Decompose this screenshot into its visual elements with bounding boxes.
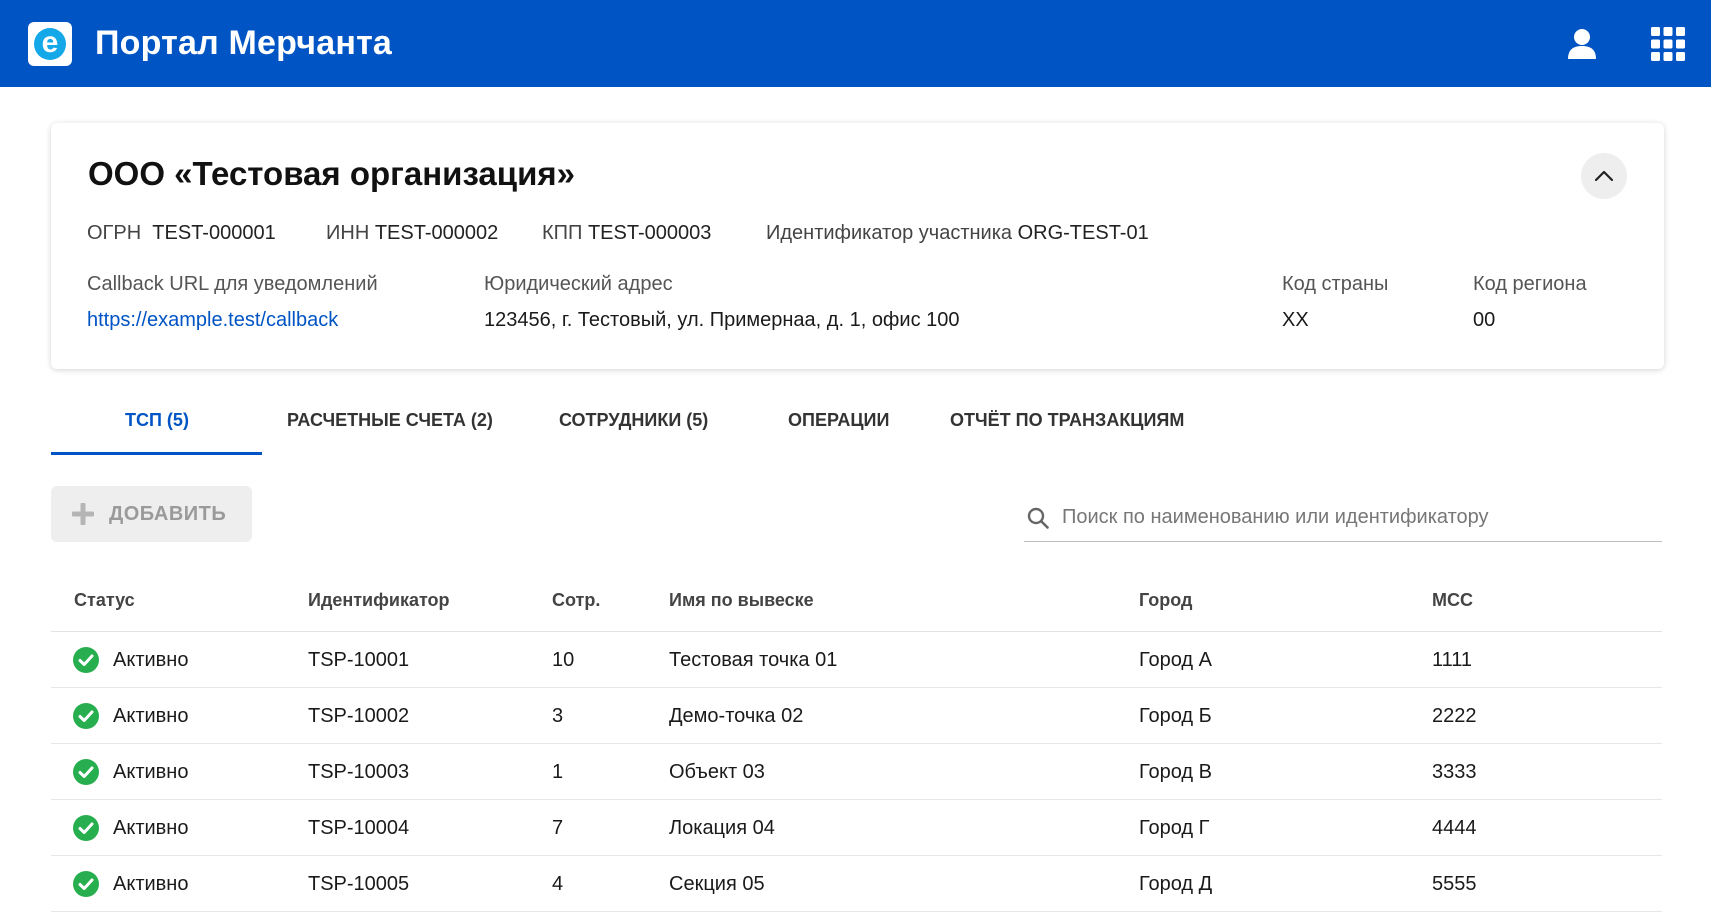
search-icon — [1024, 504, 1052, 532]
signboard-name-cell: Тестовая точка 01 — [669, 649, 838, 671]
tab-tsp[interactable]: ТСП (5) — [125, 410, 189, 431]
table-header: Статус Идентификатор Сотр. Имя по вывеск… — [51, 570, 1662, 632]
status-text: Активно — [113, 705, 189, 727]
callback-url-link[interactable]: https://example.test/callback — [87, 309, 338, 331]
collapse-button[interactable] — [1581, 153, 1627, 199]
staff-cell: 7 — [552, 817, 564, 839]
table-row[interactable]: Активно TSP-10005 4 Секция 05 Город Д 5555 — [51, 856, 1662, 912]
check-circle-icon — [73, 759, 99, 785]
table-row[interactable]: Активно TSP-10001 10 Тестовая точка 01 Город… — [51, 632, 1662, 688]
city-cell: Город Д — [1139, 873, 1213, 895]
app-title: Портал Мерчанта — [95, 24, 393, 62]
check-circle-icon — [73, 703, 99, 729]
ogrn-field: ОГРН TEST-000001 — [87, 222, 276, 245]
staff-cell: 10 — [552, 649, 575, 671]
signboard-name-cell: Объект 03 — [669, 761, 765, 783]
staff-cell: 3 — [552, 705, 564, 727]
user-icon[interactable] — [1562, 24, 1602, 64]
column-identifier[interactable]: Идентификатор — [308, 590, 450, 611]
top-app-bar: e Портал Мерчанта — [0, 0, 1711, 87]
identifier-cell: TSP-10001 — [308, 649, 410, 671]
staff-cell: 1 — [552, 761, 564, 783]
city-cell: Город Г — [1139, 817, 1210, 839]
app-logo[interactable]: e — [28, 22, 72, 66]
table-row[interactable]: Активно TSP-10004 7 Локация 04 Город Г 4444 — [51, 800, 1662, 856]
mcc-cell: 5555 — [1432, 873, 1477, 895]
chevron-up-icon — [1594, 170, 1614, 182]
status-text: Активно — [113, 873, 189, 895]
ogrn-label: ОГРН — [87, 222, 142, 244]
region-code-value: 00 — [1473, 309, 1496, 331]
column-mcc[interactable]: MCC — [1432, 590, 1473, 611]
tab-settlement-accounts[interactable]: РАСЧЕТНЫЕ СЧЕТА (2) — [287, 410, 493, 431]
mcc-cell: 1111 — [1432, 649, 1473, 671]
tab-employees[interactable]: СОТРУДНИКИ (5) — [559, 410, 708, 431]
organization-card: ООО «Тестовая организация» ОГРН TEST-000… — [51, 123, 1664, 369]
column-signboard-name[interactable]: Имя по вывеске — [669, 590, 814, 611]
check-circle-icon — [73, 647, 99, 673]
region-code-label: Код региона — [1473, 273, 1587, 295]
participant-id-value: ORG-TEST-01 — [1017, 222, 1149, 244]
legal-address-label: Юридический адрес — [484, 273, 673, 295]
plus-icon — [71, 502, 95, 526]
status-text: Активно — [113, 649, 189, 671]
identifier-cell: TSP-10005 — [308, 873, 410, 895]
identifier-cell: TSP-10004 — [308, 817, 410, 839]
kpp-field: КПП TEST-000003 — [542, 222, 711, 245]
identifier-cell: TSP-10002 — [308, 705, 410, 727]
search-field — [1024, 494, 1662, 542]
inn-value: TEST-000002 — [374, 222, 499, 244]
add-button[interactable]: ДОБАВИТЬ — [51, 486, 252, 542]
legal-address-value: 123456, г. Тестовый, ул. Примернаа, д. 1… — [484, 309, 960, 331]
apps-grid-icon[interactable] — [1648, 24, 1688, 64]
check-circle-icon — [73, 815, 99, 841]
inn-label: ИНН — [326, 222, 370, 244]
status-text: Активно — [113, 761, 189, 783]
tab-operations[interactable]: ОПЕРАЦИИ — [788, 410, 889, 431]
mcc-cell: 4444 — [1432, 817, 1477, 839]
staff-cell: 4 — [552, 873, 564, 895]
callback-url-label: Callback URL для уведомлений — [87, 273, 378, 295]
city-cell: Город В — [1139, 761, 1212, 783]
add-button-label: ДОБАВИТЬ — [109, 502, 227, 525]
search-input[interactable] — [1062, 506, 1642, 529]
country-code-label: Код страны — [1282, 273, 1389, 295]
mcc-cell: 3333 — [1432, 761, 1477, 783]
signboard-name-cell: Локация 04 — [669, 817, 775, 839]
tab-transaction-report[interactable]: ОТЧЁТ ПО ТРАНЗАКЦИЯМ — [950, 410, 1184, 431]
city-cell: Город А — [1139, 649, 1212, 671]
active-tab-indicator — [51, 452, 262, 455]
column-city[interactable]: Город — [1139, 590, 1192, 611]
column-staff[interactable]: Сотр. — [552, 590, 600, 611]
city-cell: Город Б — [1139, 705, 1212, 727]
column-status[interactable]: Статус — [74, 590, 135, 611]
kpp-value: TEST-000003 — [587, 222, 712, 244]
ogrn-value: TEST-000001 — [152, 222, 276, 244]
logo-letter: e — [34, 28, 66, 60]
country-code-value: XX — [1282, 309, 1309, 331]
signboard-name-cell: Демо-точка 02 — [669, 705, 804, 727]
participant-id-label: Идентификатор участника — [766, 222, 1013, 244]
organization-name: ООО «Тестовая организация» — [88, 155, 575, 192]
inn-field: ИНН TEST-000002 — [326, 222, 498, 245]
kpp-label: КПП — [542, 222, 583, 244]
participant-id-field: Идентификатор участника ORG-TEST-01 — [766, 222, 1149, 245]
mcc-cell: 2222 — [1432, 705, 1477, 727]
table-row[interactable]: Активно TSP-10002 3 Демо-точка 02 Город Б 222… — [51, 688, 1662, 744]
check-circle-icon — [73, 871, 99, 897]
status-text: Активно — [113, 817, 189, 839]
signboard-name-cell: Секция 05 — [669, 873, 765, 895]
tsp-table: Статус Идентификатор Сотр. Имя по вывеск… — [51, 570, 1662, 912]
identifier-cell: TSP-10003 — [308, 761, 410, 783]
table-row[interactable]: Активно TSP-10003 1 Объект 03 Город В 3333 — [51, 744, 1662, 800]
